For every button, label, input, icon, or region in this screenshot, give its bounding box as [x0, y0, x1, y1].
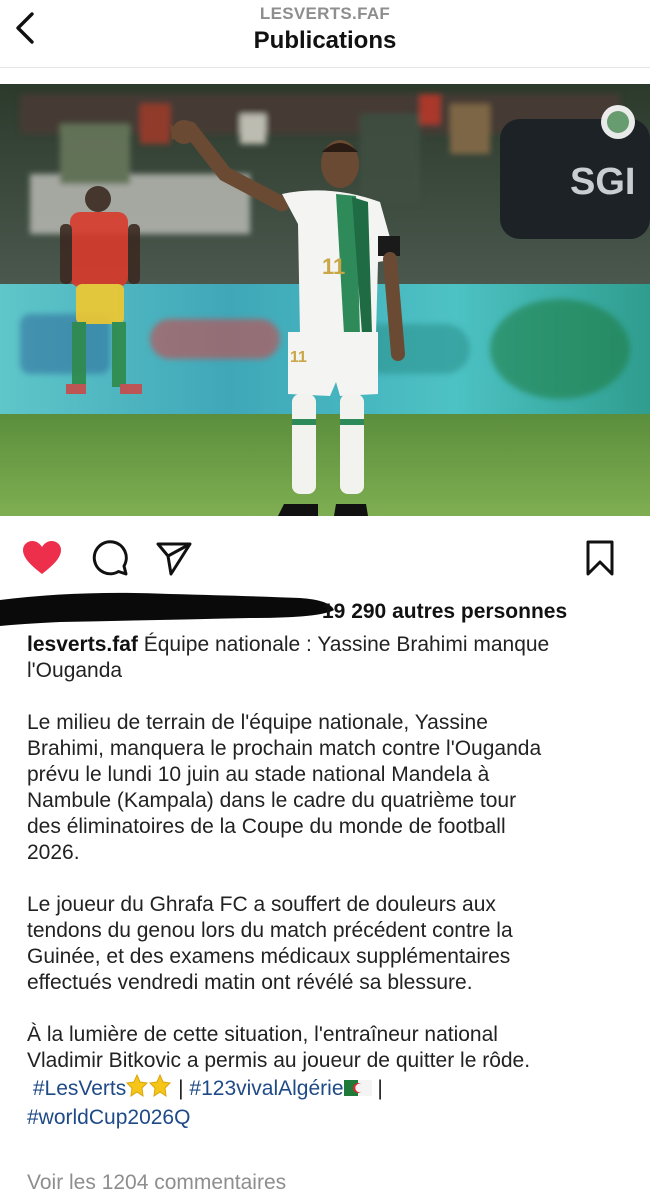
board-text: SGI: [570, 161, 635, 203]
caption-line: prévu le lundi 10 juin au stade national…: [27, 763, 490, 786]
caption-username[interactable]: lesverts.faf: [27, 633, 138, 656]
caption-line: tendons du genou lors du match précédent…: [27, 919, 513, 942]
caption-line: des éliminatoires de la Coupe du monde d…: [27, 815, 506, 838]
account-name[interactable]: LESVERTS.FAF: [0, 4, 650, 24]
top-bar: LESVERTS.FAF Publications: [0, 0, 650, 68]
header-titles: LESVERTS.FAF Publications: [0, 4, 650, 55]
comment-bubble-icon: [91, 539, 129, 582]
hashtag-separator: |: [377, 1077, 383, 1100]
hashtag-vivalalgerie[interactable]: #123vivalAlgérie: [189, 1077, 343, 1100]
caption-line: effectués vendredi matin ont révélé sa b…: [27, 971, 473, 994]
share-button[interactable]: [152, 538, 196, 582]
action-bar: [0, 532, 650, 584]
star-emoji-icon: [126, 1073, 172, 1105]
caption-line: Nambule (Kampala) dans le cadre du quatr…: [27, 789, 517, 812]
likes-row[interactable]: 19 290 autres personnes: [0, 588, 650, 636]
view-comments-link[interactable]: Voir les 1204 commentaires: [27, 1171, 286, 1195]
caption-line: 2026.: [27, 841, 80, 864]
heart-filled-icon: [22, 540, 62, 581]
save-button[interactable]: [578, 538, 622, 582]
likes-count[interactable]: 19 290 autres personnes: [322, 600, 567, 624]
caption-line: Vladimir Bitkovic a permis au joueur de …: [27, 1049, 531, 1072]
caption-line: À la lumière de cette situation, l'entra…: [27, 1023, 498, 1046]
like-button[interactable]: [20, 538, 64, 582]
caption-line: Le milieu de terrain de l'équipe nationa…: [27, 711, 488, 734]
bookmark-icon: [585, 540, 615, 581]
post-photo[interactable]: SGI 11 11: [0, 84, 650, 516]
caption-line: Brahimi, manquera le prochain match cont…: [27, 737, 542, 760]
paper-plane-icon: [155, 540, 193, 581]
post-caption: lesverts.faf Équipe nationale : Yassine …: [27, 632, 627, 1131]
redaction-scribble: [0, 592, 334, 626]
caption-line: Le joueur du Ghrafa FC a souffert de dou…: [27, 893, 496, 916]
page-title: Publications: [253, 27, 397, 54]
algeria-flag-icon: [343, 1078, 372, 1105]
jersey-number: 11: [322, 254, 345, 279]
football-photo: SGI 11 11: [0, 84, 650, 516]
hashtag-worldcup[interactable]: #worldCup2026Q: [27, 1106, 190, 1129]
hashtag-separator: |: [178, 1077, 184, 1100]
caption-line: Guinée, et des examens médicaux suppléme…: [27, 945, 511, 968]
hashtag-lesverts[interactable]: #LesVerts: [33, 1077, 126, 1100]
svg-text:11: 11: [290, 349, 307, 366]
comment-button[interactable]: [88, 538, 132, 582]
